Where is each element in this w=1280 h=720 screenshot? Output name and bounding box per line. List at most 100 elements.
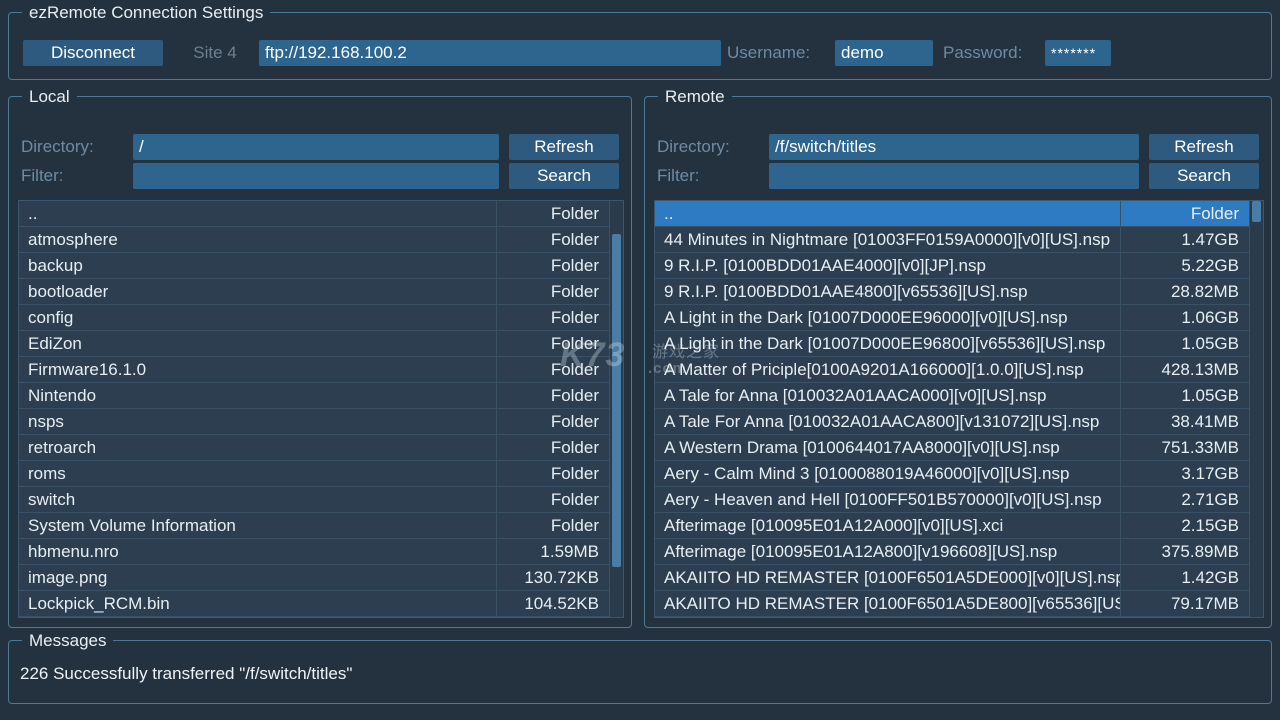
file-name-cell: Aery - Heaven and Hell [0100FF501B570000… [655, 487, 1121, 512]
file-size-cell: 1.42GB [1181, 568, 1239, 587]
username-input[interactable]: demo [835, 40, 933, 66]
file-name-cell: A Tale For Anna [010032A01AACA800][v1310… [655, 409, 1121, 434]
table-row[interactable]: A Light in the Dark [01007D000EE96800][v… [655, 331, 1249, 357]
local-directory-input[interactable]: / [133, 134, 499, 160]
table-row[interactable]: Afterimage [010095E01A12A800][v196608][U… [655, 539, 1249, 565]
local-panel-legend: Local [22, 86, 77, 107]
file-size-cell: Folder [550, 256, 599, 275]
remote-browser-panel: Remote Directory: /f/switch/titles Refre… [644, 86, 1272, 628]
disconnect-button[interactable]: Disconnect [23, 40, 163, 66]
remote-file-list[interactable]: .. Folder 44 Minutes in Nightmare [01003FF… [654, 200, 1264, 618]
table-row[interactable]: .. Folder [19, 201, 609, 227]
file-size-cell: 2.15GB [1181, 516, 1239, 535]
remote-filter-row: Filter: Search [657, 163, 1259, 189]
connection-settings-panel: ezRemote Connection Settings Disconnect … [8, 2, 1272, 80]
file-name-cell: .. [655, 201, 1121, 226]
local-search-button[interactable]: Search [509, 163, 619, 189]
file-name-cell: bootloader [19, 279, 497, 304]
file-size-cell: 3.17GB [1181, 464, 1239, 483]
table-row[interactable]: roms Folder [19, 461, 609, 487]
file-size-cell: 1.47GB [1181, 230, 1239, 249]
table-row[interactable]: AKAIITO HD REMASTER [0100F6501A5DE800][v… [655, 591, 1249, 617]
file-name-cell: Lockpick_RCM.bin [19, 591, 497, 616]
table-row[interactable]: image.png 130.72KB [19, 565, 609, 591]
table-row[interactable]: backup Folder [19, 253, 609, 279]
file-name-cell: Afterimage [010095E01A12A800][v196608][U… [655, 539, 1121, 564]
file-name-cell: System Volume Information [19, 513, 497, 538]
site-selector-label[interactable]: Site 4 [171, 40, 259, 66]
message-text: 226 Successfully transferred "/f/switch/… [20, 664, 353, 683]
table-row[interactable]: Aery - Heaven and Hell [0100FF501B570000… [655, 487, 1249, 513]
table-row[interactable]: Nintendo Folder [19, 383, 609, 409]
remote-filter-input[interactable] [769, 163, 1139, 189]
remote-directory-row: Directory: /f/switch/titles Refresh [657, 134, 1259, 160]
table-row[interactable]: A Western Drama [0100644017AA8000][v0][U… [655, 435, 1249, 461]
table-row[interactable]: bootloader Folder [19, 279, 609, 305]
file-name-cell: A Light in the Dark [01007D000EE96800][v… [655, 331, 1121, 356]
table-row[interactable]: nsps Folder [19, 409, 609, 435]
file-size-cell: 79.17MB [1170, 594, 1239, 613]
table-row[interactable]: switch Folder [19, 487, 609, 513]
file-name-cell: A Light in the Dark [01007D000EE96000][v… [655, 305, 1121, 330]
remote-scrollbar-thumb[interactable] [1252, 201, 1261, 222]
local-directory-label: Directory: [21, 137, 94, 156]
file-name-cell: 44 Minutes in Nightmare [01003FF0159A000… [655, 227, 1121, 252]
file-name-cell: Firmware16.1.0 [19, 357, 497, 382]
table-row[interactable]: 9 R.I.P. [0100BDD01AAE4000][v0][JP].nsp 5… [655, 253, 1249, 279]
server-url-input[interactable]: ftp://192.168.100.2 [259, 40, 721, 66]
local-scrollbar-thumb[interactable] [612, 234, 621, 568]
table-row[interactable]: Aery - Calm Mind 3 [0100088019A46000][v0… [655, 461, 1249, 487]
table-row[interactable]: .. Folder [655, 201, 1249, 227]
table-row[interactable]: System Volume Information Folder [19, 513, 609, 539]
remote-directory-label: Directory: [657, 137, 730, 156]
file-size-cell: Folder [550, 282, 599, 301]
file-size-cell: Folder [550, 438, 599, 457]
file-name-cell: A Western Drama [0100644017AA8000][v0][U… [655, 435, 1121, 460]
local-filter-input[interactable] [133, 163, 499, 189]
local-list-scrollbar[interactable] [609, 201, 623, 617]
table-row[interactable]: A Tale for Anna [010032A01AACA000][v0][U… [655, 383, 1249, 409]
file-name-cell: A Matter of Priciple[0100A9201A166000][1… [655, 357, 1121, 382]
password-input[interactable]: ******* [1045, 40, 1111, 66]
connection-settings-legend: ezRemote Connection Settings [22, 2, 271, 23]
table-row[interactable]: 9 R.I.P. [0100BDD01AAE4800][v65536][US].… [655, 279, 1249, 305]
file-size-cell: 1.05GB [1181, 386, 1239, 405]
table-row[interactable]: Afterimage [010095E01A12A000][v0][US].xc… [655, 513, 1249, 539]
table-row[interactable]: config Folder [19, 305, 609, 331]
local-filter-row: Filter: Search [21, 163, 619, 189]
file-name-cell: image.png [19, 565, 497, 590]
table-row[interactable]: hbmenu.nro 1.59MB [19, 539, 609, 565]
table-row[interactable]: Firmware16.1.0 Folder [19, 357, 609, 383]
table-row[interactable]: atmosphere Folder [19, 227, 609, 253]
table-row[interactable]: A Matter of Priciple[0100A9201A166000][1… [655, 357, 1249, 383]
messages-legend: Messages [22, 630, 114, 651]
file-size-cell: 375.89MB [1161, 542, 1240, 561]
file-name-cell: 9 R.I.P. [0100BDD01AAE4000][v0][JP].nsp [655, 253, 1121, 278]
local-file-list[interactable]: .. Folder atmosphere Folder backup Folder boot… [18, 200, 624, 618]
local-refresh-button[interactable]: Refresh [509, 134, 619, 160]
local-file-rows: .. Folder atmosphere Folder backup Folder boot… [19, 201, 609, 617]
file-name-cell: nsps [19, 409, 497, 434]
table-row[interactable]: retroarch Folder [19, 435, 609, 461]
table-row[interactable]: A Tale For Anna [010032A01AACA800][v1310… [655, 409, 1249, 435]
remote-search-button[interactable]: Search [1149, 163, 1259, 189]
messages-panel: Messages 226 Successfully transferred "/… [8, 630, 1272, 704]
local-browser-panel: Local Directory: / Refresh Filter: Searc… [8, 86, 632, 628]
file-size-cell: 130.72KB [524, 568, 599, 587]
file-size-cell: Folder [550, 230, 599, 249]
table-row[interactable]: 44 Minutes in Nightmare [01003FF0159A000… [655, 227, 1249, 253]
file-name-cell: 9 R.I.P. [0100BDD01AAE4800][v65536][US].… [655, 279, 1121, 304]
table-row[interactable]: EdiZon Folder [19, 331, 609, 357]
table-row[interactable]: Lockpick_RCM.bin 104.52KB [19, 591, 609, 617]
table-row[interactable]: A Light in the Dark [01007D000EE96000][v… [655, 305, 1249, 331]
file-name-cell: Nintendo [19, 383, 497, 408]
local-filter-label: Filter: [21, 166, 64, 185]
remote-refresh-button[interactable]: Refresh [1149, 134, 1259, 160]
file-size-cell: Folder [1190, 204, 1239, 223]
file-size-cell: Folder [550, 360, 599, 379]
table-row[interactable]: AKAIITO HD REMASTER [0100F6501A5DE000][v… [655, 565, 1249, 591]
file-name-cell: hbmenu.nro [19, 539, 497, 564]
remote-directory-input[interactable]: /f/switch/titles [769, 134, 1139, 160]
remote-list-scrollbar[interactable] [1249, 201, 1263, 617]
file-size-cell: Folder [550, 386, 599, 405]
